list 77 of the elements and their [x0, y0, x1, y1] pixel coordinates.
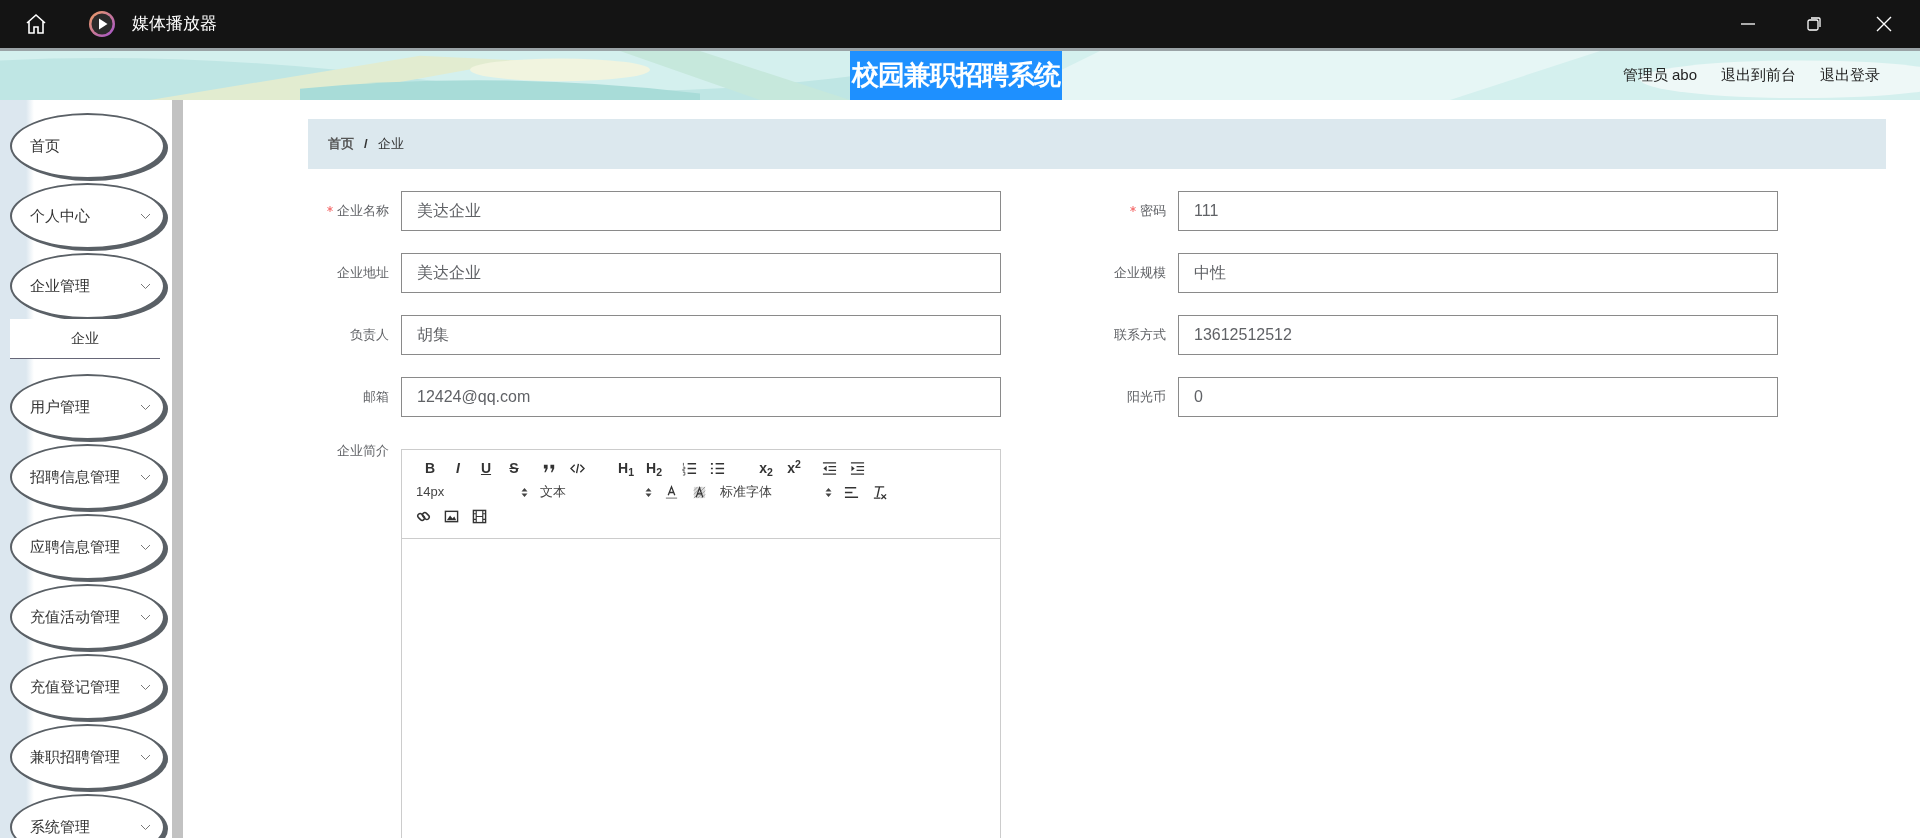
chevron-icon [140, 473, 151, 481]
home-icon[interactable] [24, 12, 48, 36]
input-field[interactable]: 中性 [1178, 253, 1778, 293]
updown-icon [645, 486, 652, 498]
field-label: 企业地址 [337, 264, 389, 283]
scrollbar[interactable] [172, 100, 183, 838]
menu-item[interactable]: 充值活动管理 [10, 584, 165, 650]
toolbar-select[interactable]: 文本 [540, 482, 652, 502]
toolbar-button[interactable]: x$^{2}$ [780, 458, 808, 478]
menu-item[interactable]: 首页 [10, 113, 165, 179]
toolbar-select[interactable]: 14px [416, 482, 528, 502]
toolbar-button[interactable]: B [416, 458, 444, 478]
field-label: 密码 [1140, 202, 1166, 221]
video-icon[interactable] [472, 508, 487, 524]
header-link[interactable]: 退出登录 [1820, 64, 1880, 87]
menu-item[interactable]: 系统管理 [10, 794, 165, 838]
close-icon[interactable] [1876, 16, 1892, 32]
chevron-icon [140, 403, 151, 411]
toolbar-button[interactable]: H$_{2}$ [640, 458, 668, 478]
field-label: 负责人 [350, 326, 389, 345]
toolbar-button[interactable]: S [500, 458, 528, 478]
select-value: 文本 [540, 483, 566, 502]
select-value: 14px [416, 483, 445, 502]
chevron-icon [140, 543, 151, 551]
field-label: 阳光币 [1127, 388, 1166, 407]
rich-text-editor[interactable]: B I U S H$_{1}$ H$_{2}$ x$_{2}$ x$^{2}$ 14px 文本 标准字体 [401, 449, 1001, 838]
input-field[interactable]: 美达企业 [401, 191, 1001, 231]
toolbar-button[interactable]: x$_{2}$ [752, 458, 780, 478]
toolbar-button[interactable]: U [472, 458, 500, 478]
input-field[interactable]: 美达企业 [401, 253, 1001, 293]
system-title: 校园兼职招聘系统 [850, 51, 1062, 100]
ordered-list-icon[interactable] [682, 460, 697, 476]
menu-item[interactable]: 招聘信息管理 [10, 444, 165, 510]
font-color-icon[interactable] [664, 484, 679, 500]
image-icon[interactable] [444, 508, 459, 524]
chevron-icon [140, 613, 151, 621]
select-value: 标准字体 [720, 483, 772, 502]
chevron-icon [140, 823, 151, 831]
input-field[interactable]: 0 [1178, 377, 1778, 417]
chevron-icon [140, 212, 151, 220]
menu-item[interactable]: 个人中心 [10, 183, 165, 249]
background-color-icon[interactable] [692, 484, 707, 500]
input-field[interactable]: 12424@qq.com [401, 377, 1001, 417]
clear-format-icon[interactable] [872, 484, 887, 500]
toolbar-button[interactable]: H$_{1}$ [612, 458, 640, 478]
breadcrumb-separator: / [364, 135, 368, 154]
toolbar-select[interactable]: 标准字体 [720, 482, 832, 502]
toolbar-button[interactable]: I [444, 458, 472, 478]
breadcrumb-link[interactable]: 首页 [328, 134, 354, 154]
menu-item[interactable]: 用户管理 [10, 374, 165, 440]
chevron-icon [140, 683, 151, 691]
submenu-item[interactable]: 企业 [10, 319, 160, 359]
window-title: 媒体播放器 [132, 13, 217, 36]
header-link[interactable]: 管理员 abo [1622, 64, 1697, 87]
field-label: 企业简介 [337, 443, 389, 458]
updown-icon [521, 486, 528, 498]
menu-item[interactable]: 兼职招聘管理 [10, 724, 165, 790]
restore-icon[interactable] [1806, 16, 1822, 32]
outdent-icon[interactable] [822, 460, 837, 476]
updown-icon [825, 486, 832, 498]
bullet-list-icon[interactable] [710, 460, 725, 476]
menu-item[interactable]: 充值登记管理 [10, 654, 165, 720]
field-label: 企业规模 [1114, 264, 1166, 283]
field-label: 联系方式 [1114, 326, 1166, 345]
menu-item[interactable]: 应聘信息管理 [10, 514, 165, 580]
align-icon[interactable] [844, 484, 859, 500]
chevron-icon [140, 753, 151, 761]
input-field[interactable]: 胡集 [401, 315, 1001, 355]
indent-icon[interactable] [850, 460, 865, 476]
input-field[interactable]: 13612512512 [1178, 315, 1778, 355]
header-link[interactable]: 退出到前台 [1721, 64, 1796, 87]
field-label: 邮箱 [363, 388, 389, 407]
menu-item[interactable]: 企业管理 [10, 253, 165, 319]
field-label: 企业名称 [337, 202, 389, 221]
chevron-icon [140, 282, 151, 290]
play-icon [88, 10, 116, 38]
input-field[interactable]: 111 [1178, 191, 1778, 231]
